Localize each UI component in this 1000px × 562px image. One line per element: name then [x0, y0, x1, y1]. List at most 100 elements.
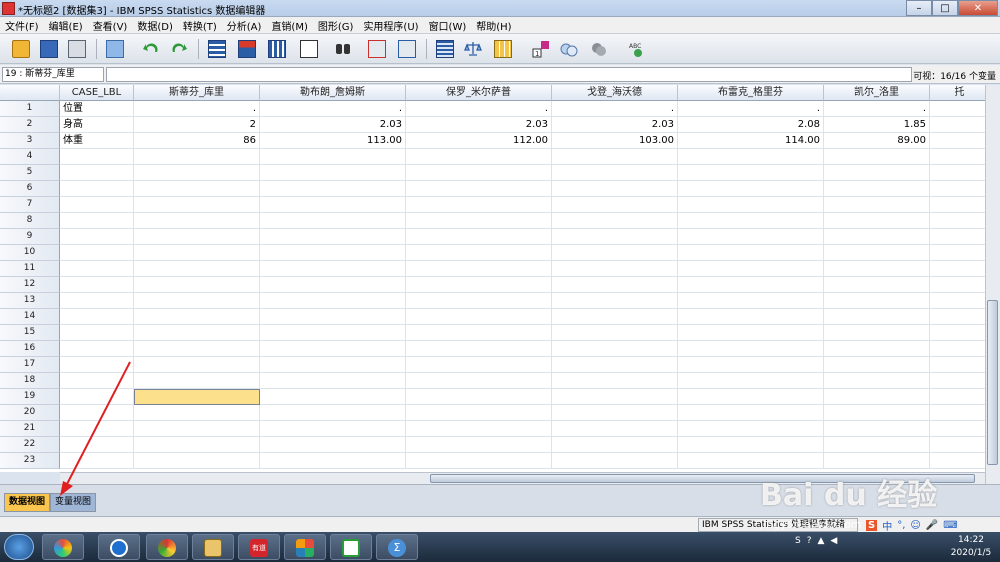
grid-cell[interactable] — [930, 389, 985, 405]
grid-cell[interactable] — [824, 325, 930, 341]
vertical-scroll-thumb[interactable] — [987, 300, 998, 465]
grid-cell[interactable] — [552, 197, 678, 213]
close-button[interactable]: ✕ — [958, 0, 998, 16]
goto-case-icon[interactable] — [206, 38, 228, 60]
grid-cell[interactable] — [824, 357, 930, 373]
grid-cell[interactable] — [552, 341, 678, 357]
help-icon[interactable]: ? — [807, 536, 812, 546]
grid-cell[interactable]: . — [406, 101, 552, 117]
grid-cell[interactable] — [930, 165, 985, 181]
ime-punct-indicator[interactable]: °, — [897, 520, 905, 531]
grid-cell[interactable] — [552, 373, 678, 389]
column-header[interactable]: 戈登_海沃德 — [552, 85, 678, 101]
grid-cell[interactable] — [406, 453, 552, 469]
grid-cell[interactable] — [824, 165, 930, 181]
grid-cell[interactable] — [406, 277, 552, 293]
grid-cell[interactable] — [60, 213, 134, 229]
grid-cell[interactable] — [678, 437, 824, 453]
grid-cell[interactable] — [60, 373, 134, 389]
grid-cell[interactable] — [134, 357, 260, 373]
grid-cell[interactable] — [678, 149, 824, 165]
save-icon[interactable] — [38, 38, 60, 60]
grid-cell[interactable]: 1.85 — [824, 117, 930, 133]
grid-cell[interactable] — [678, 453, 824, 469]
grid-cell[interactable] — [134, 229, 260, 245]
minimize-button[interactable]: – — [906, 0, 932, 16]
grid-cell[interactable] — [824, 213, 930, 229]
grid-cell[interactable] — [930, 149, 985, 165]
taskbar-app-5[interactable]: 有道 — [238, 534, 280, 560]
grid-cell[interactable] — [260, 229, 406, 245]
menu-file[interactable]: 文件(F) — [0, 18, 44, 33]
insert-cases-icon[interactable] — [366, 38, 388, 60]
grid-cell[interactable] — [552, 149, 678, 165]
row-header[interactable]: 23 — [0, 453, 60, 469]
grid-cell[interactable] — [60, 421, 134, 437]
grid-cell[interactable] — [260, 389, 406, 405]
column-header[interactable]: 勒布朗_詹姆斯 — [260, 85, 406, 101]
grid-cell[interactable] — [678, 357, 824, 373]
row-header[interactable]: 11 — [0, 261, 60, 277]
find-icon[interactable] — [332, 38, 354, 60]
grid-cell[interactable] — [552, 357, 678, 373]
grid-cell[interactable] — [824, 453, 930, 469]
vertical-scrollbar[interactable] — [985, 85, 1000, 484]
taskbar-app-6[interactable] — [284, 534, 326, 560]
goto-variable-icon[interactable] — [236, 38, 258, 60]
grid-cell[interactable] — [678, 277, 824, 293]
grid-cell[interactable]: 2.03 — [552, 117, 678, 133]
grid-cell[interactable] — [406, 245, 552, 261]
row-header[interactable]: 10 — [0, 245, 60, 261]
grid-cell[interactable]: . — [552, 101, 678, 117]
menu-transform[interactable]: 转换(T) — [178, 18, 222, 33]
grid-cell[interactable] — [60, 389, 134, 405]
grid-cell[interactable] — [260, 421, 406, 437]
row-header[interactable]: 16 — [0, 341, 60, 357]
print-icon[interactable] — [66, 38, 88, 60]
menu-help[interactable]: 帮助(H) — [471, 18, 516, 33]
spell-check-icon[interactable]: ABC — [626, 38, 648, 60]
taskbar-app-1[interactable] — [42, 534, 84, 560]
grid-cell[interactable] — [824, 261, 930, 277]
grid-cell[interactable] — [678, 261, 824, 277]
row-header[interactable]: 3 — [0, 133, 60, 149]
row-header[interactable]: 1 — [0, 101, 60, 117]
grid-cell[interactable] — [552, 293, 678, 309]
grid-cell[interactable] — [824, 373, 930, 389]
grid-cell[interactable] — [930, 293, 985, 309]
grid-cell[interactable]: 112.00 — [406, 133, 552, 149]
grid-cell[interactable] — [60, 261, 134, 277]
grid-cell[interactable] — [552, 421, 678, 437]
grid-cell[interactable] — [134, 325, 260, 341]
grid-cell[interactable] — [552, 453, 678, 469]
select-cases-icon[interactable] — [492, 38, 514, 60]
grid-cell[interactable] — [930, 341, 985, 357]
grid-cell[interactable] — [678, 373, 824, 389]
grid-cell[interactable] — [930, 453, 985, 469]
row-header[interactable]: 6 — [0, 181, 60, 197]
taskbar-clock[interactable]: 14:22 2020/1/5 — [946, 534, 996, 560]
ime-mode-indicator[interactable]: 中 — [882, 518, 892, 533]
grid-cell[interactable] — [678, 309, 824, 325]
row-header[interactable]: 13 — [0, 293, 60, 309]
grid-cell[interactable] — [678, 389, 824, 405]
grid-cell[interactable] — [260, 341, 406, 357]
grid-cell[interactable] — [134, 213, 260, 229]
grid-cell[interactable] — [930, 181, 985, 197]
menu-direct-marketing[interactable]: 直销(M) — [266, 18, 312, 33]
grid-cell[interactable] — [260, 277, 406, 293]
grid-cell[interactable] — [824, 229, 930, 245]
grid-cell[interactable]: 114.00 — [678, 133, 824, 149]
grid-cell[interactable] — [552, 213, 678, 229]
grid-cell[interactable]: . — [824, 101, 930, 117]
grid-cell[interactable] — [930, 245, 985, 261]
grid-cell[interactable] — [134, 421, 260, 437]
grid-cell[interactable] — [134, 293, 260, 309]
insert-variable-icon[interactable] — [396, 38, 418, 60]
row-header[interactable]: 17 — [0, 357, 60, 373]
grid-cell[interactable] — [60, 453, 134, 469]
grid-cell[interactable]: 2 — [134, 117, 260, 133]
grid-cell[interactable]: 113.00 — [260, 133, 406, 149]
cell-value-field[interactable] — [106, 67, 912, 82]
taskbar-app-4[interactable] — [192, 534, 234, 560]
